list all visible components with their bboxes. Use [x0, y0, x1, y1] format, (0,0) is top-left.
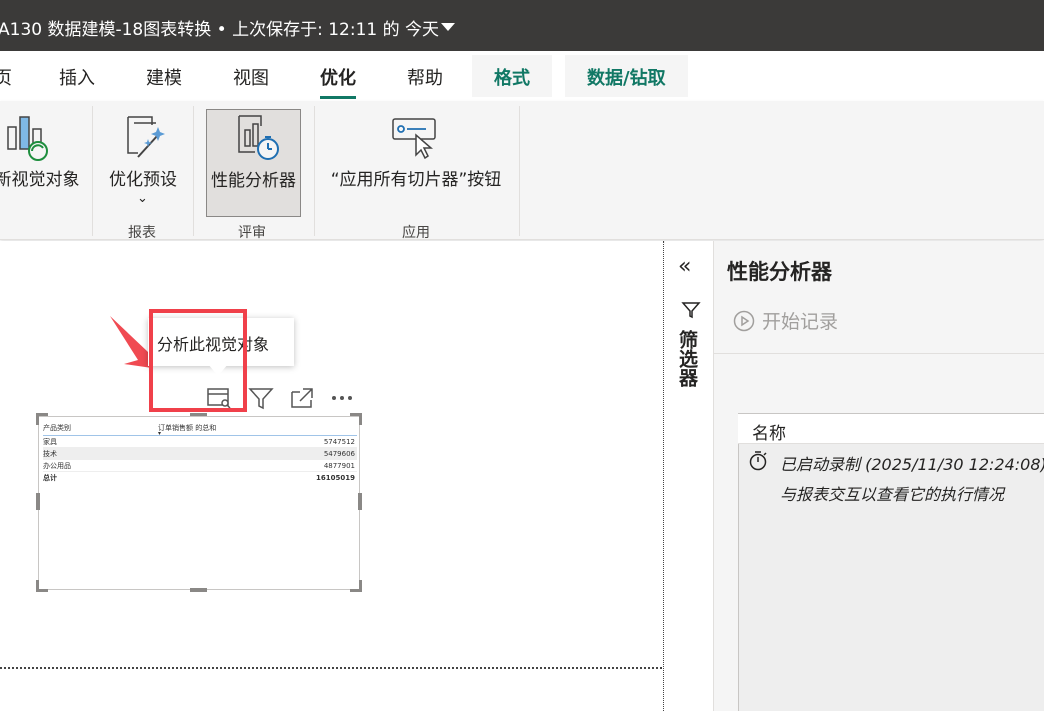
table: 产品类别 订单销售额 的总和 ▾ 家具 5747512 技术 5479606 办… — [43, 421, 357, 484]
tab-data-drill[interactable]: 数据/钻取 — [565, 55, 688, 97]
optimize-presets-icon — [127, 116, 165, 158]
performance-analyzer-label: 性能分析器 — [211, 171, 296, 191]
group-divider — [519, 106, 520, 236]
table-total-row: 总计 16105019 — [43, 472, 357, 484]
play-circle-icon — [733, 310, 755, 331]
cell-total-value: 16105019 — [316, 474, 355, 482]
window-title: A130 数据建模-18图表转换 • 上次保存于: 12:11 的 今天 — [0, 20, 440, 40]
pane-title: 性能分析器 — [727, 260, 832, 284]
cell-category: 办公用品 — [43, 462, 71, 470]
refresh-visuals-icon — [7, 116, 48, 161]
ribbon-tabs: 页 插入 建模 视图 优化 帮助 格式 数据/钻取 — [0, 51, 1044, 101]
page-boundary-right — [663, 241, 664, 711]
group-divider — [193, 106, 194, 236]
tab-view[interactable]: 视图 — [233, 64, 269, 90]
tab-optimize[interactable]: 优化 — [320, 64, 356, 99]
table-row: 技术 5479606 — [43, 448, 357, 460]
resize-handle[interactable] — [36, 493, 40, 510]
optimize-presets-label: 优化预设 — [109, 170, 177, 190]
interact-hint-message: 与报表交互以查看它的执行情况 — [780, 485, 1005, 504]
filter-icon — [681, 302, 701, 319]
group-divider — [314, 106, 315, 236]
filters-label[interactable]: 筛选器 — [675, 330, 701, 387]
table-row: 家具 5747512 — [43, 436, 357, 448]
filter-icon[interactable] — [248, 386, 274, 410]
tab-modeling[interactable]: 建模 — [146, 64, 182, 90]
stopwatch-icon — [749, 451, 767, 471]
tab-insert[interactable]: 插入 — [59, 64, 95, 90]
performance-analyzer-button[interactable]: 性能分析器 — [206, 109, 301, 217]
expand-panes-icon[interactable]: « — [678, 254, 691, 279]
apply-all-slicers-button[interactable]: “应用所有切片器”按钮 — [324, 109, 508, 217]
chevron-down-icon: ⌄ — [137, 191, 148, 206]
cell-value: 5479606 — [323, 450, 355, 458]
page-boundary-bottom — [0, 667, 662, 669]
resize-handle[interactable] — [190, 413, 207, 416]
column-header-category[interactable]: 产品类别 — [43, 423, 71, 433]
cell-category: 家具 — [43, 438, 57, 446]
recording-started-message: 已启动录制 (2025/11/30 12:24:08) — [780, 455, 1044, 474]
divider — [714, 353, 1044, 354]
cell-category: 技术 — [43, 450, 57, 458]
column-header-name[interactable]: 名称 — [738, 414, 1044, 444]
refresh-visuals-button[interactable]: 新视觉对象 — [0, 109, 82, 217]
performance-analyzer-icon — [238, 115, 279, 160]
ribbon: 新视觉对象 优化预设 ⌄ 报表 性能分析器 评审 “应用所有切片器”按钮 应用 — [0, 101, 1044, 241]
group-label-report: 报表 — [128, 225, 156, 241]
more-options-icon[interactable] — [329, 386, 357, 410]
focus-mode-icon[interactable] — [289, 386, 315, 410]
cell-value: 4877901 — [323, 462, 355, 470]
resize-handle[interactable] — [36, 413, 39, 425]
resize-handle[interactable] — [36, 580, 39, 592]
tab-help[interactable]: 帮助 — [407, 64, 443, 90]
resize-handle[interactable] — [190, 588, 207, 592]
optimize-presets-button[interactable]: 优化预设 ⌄ — [102, 109, 184, 217]
title-bar: A130 数据建模-18图表转换 • 上次保存于: 12:11 的 今天 — [0, 0, 1044, 51]
resize-handle[interactable] — [359, 413, 362, 425]
tab-home[interactable]: 页 — [0, 64, 12, 90]
start-recording-button[interactable]: 开始记录 — [732, 307, 838, 334]
group-divider — [92, 106, 93, 236]
resize-handle[interactable] — [359, 580, 362, 592]
red-highlight-box — [149, 309, 247, 412]
start-recording-label: 开始记录 — [762, 311, 839, 333]
resize-handle[interactable] — [358, 493, 362, 510]
column-header-sales[interactable]: 订单销售额 的总和 — [158, 423, 216, 433]
cell-value: 5747512 — [323, 438, 355, 446]
table-header: 产品类别 订单销售额 的总和 ▾ — [43, 421, 357, 437]
slicer-button-icon — [392, 118, 436, 159]
title-dropdown-icon[interactable] — [441, 23, 455, 31]
table-row: 办公用品 4877901 — [43, 460, 357, 472]
tab-format[interactable]: 格式 — [472, 55, 552, 97]
cell-total-label: 总计 — [43, 474, 57, 482]
group-label-review: 评审 — [238, 225, 266, 241]
table-visual[interactable]: 产品类别 订单销售额 的总和 ▾ 家具 5747512 技术 5479606 办… — [38, 416, 360, 590]
group-label-apply: 应用 — [402, 225, 430, 241]
refresh-visuals-label: 新视觉对象 — [0, 170, 80, 190]
apply-all-slicers-label: “应用所有切片器”按钮 — [330, 170, 502, 190]
column-header-name-label: 名称 — [752, 424, 786, 444]
